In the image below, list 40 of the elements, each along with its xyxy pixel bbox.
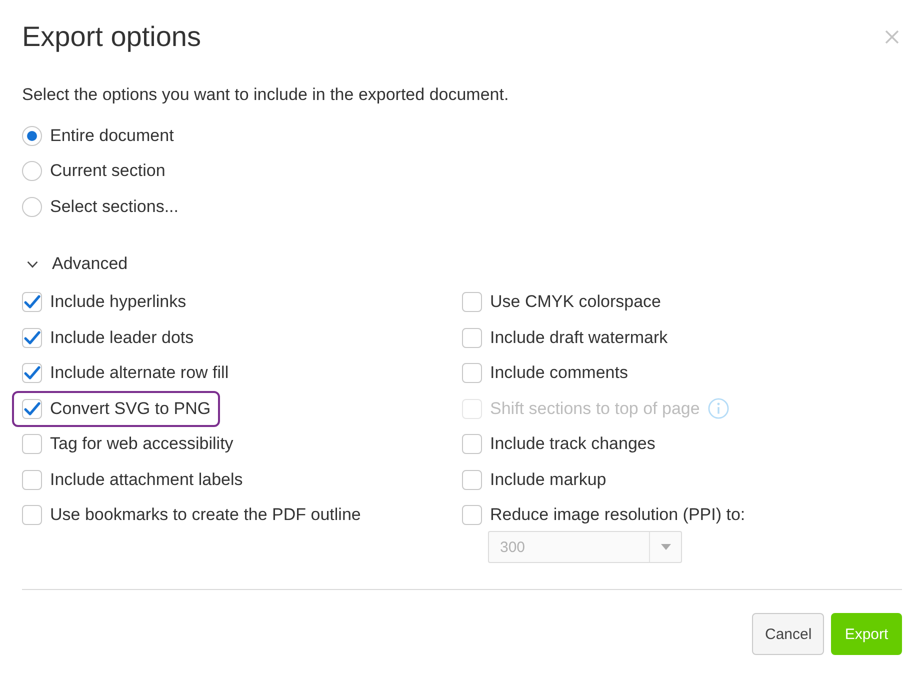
checkbox-label[interactable]: Include alternate row fill	[50, 362, 229, 384]
checkbox[interactable]	[462, 505, 482, 525]
dialog-title: Export options	[22, 20, 201, 54]
close-icon	[884, 30, 898, 44]
checkbox-label[interactable]: Include attachment labels	[50, 468, 243, 490]
radio-label[interactable]: Entire document	[50, 124, 174, 147]
checkbox-label[interactable]: Convert SVG to PNG	[50, 398, 211, 420]
checkbox[interactable]	[462, 328, 482, 348]
radio-label[interactable]: Current section	[50, 160, 166, 182]
radio-button[interactable]	[22, 196, 42, 217]
checkbox-label[interactable]: Tag for web accessibility	[50, 433, 234, 455]
dialog-description: Select the options you want to include in the exported document.	[22, 84, 510, 106]
caret-icon	[660, 544, 670, 550]
checkbox[interactable]	[22, 434, 42, 454]
checkbox-label[interactable]: Include leader dots	[50, 326, 194, 348]
checkbox-label[interactable]: Include draft watermark	[490, 326, 668, 348]
checkbox[interactable]	[462, 363, 482, 383]
checkbox-label[interactable]: Reduce image resolution (PPI) to:	[490, 504, 746, 526]
radio-label[interactable]: Select sections...	[50, 196, 179, 218]
checkbox[interactable]	[22, 328, 42, 348]
checkbox[interactable]	[462, 470, 482, 490]
checkbox[interactable]	[22, 505, 42, 525]
checkbox[interactable]	[462, 434, 482, 454]
checkbox[interactable]	[22, 470, 42, 490]
cancel-button[interactable]: Cancel	[752, 613, 824, 655]
chevron-icon[interactable]	[27, 260, 38, 268]
checkbox-label[interactable]: Include comments	[490, 362, 628, 384]
radio-button[interactable]	[22, 161, 42, 182]
checkbox[interactable]	[22, 398, 42, 418]
checkbox-label[interactable]: Include track changes	[490, 433, 656, 455]
checkbox[interactable]	[22, 363, 42, 383]
checkbox[interactable]	[22, 292, 42, 312]
checkbox-label[interactable]: Use bookmarks to create the PDF outline	[50, 504, 361, 526]
close-button[interactable]	[884, 30, 899, 44]
radio-button[interactable]	[22, 126, 42, 146]
checkbox-label[interactable]: Include hyperlinks	[50, 291, 186, 313]
checkbox[interactable]	[462, 292, 482, 312]
checkbox-label[interactable]: Include markup	[490, 468, 606, 490]
section-toggle[interactable]: Advanced	[52, 253, 128, 275]
checkbox-label[interactable]: Use CMYK colorspace	[490, 291, 662, 313]
